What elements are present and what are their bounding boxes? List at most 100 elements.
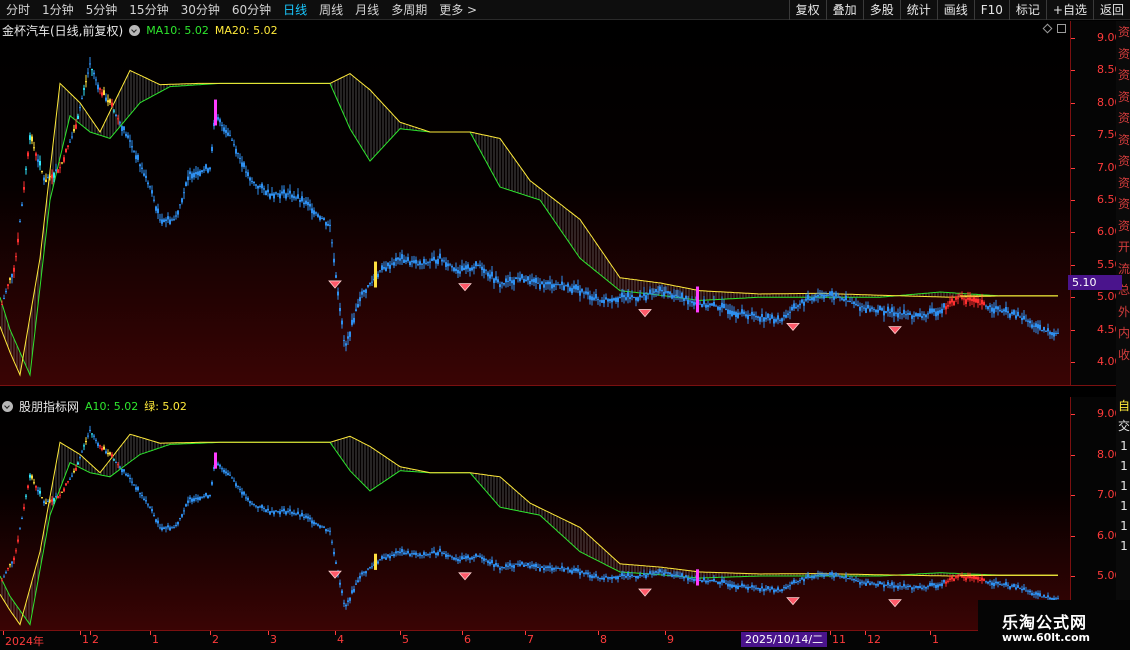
period-tab-7[interactable]: 周线 — [313, 0, 349, 20]
candle-body — [931, 583, 933, 586]
tool-button-8[interactable]: 返回 — [1092, 0, 1130, 20]
candle-body — [873, 309, 875, 311]
candle-body — [347, 600, 349, 602]
period-tab-8[interactable]: 月线 — [349, 0, 385, 20]
side-glyph: 1 — [1120, 499, 1128, 513]
period-tab-4[interactable]: 30分钟 — [175, 0, 226, 20]
candle-body — [559, 284, 561, 286]
candle-body — [603, 577, 605, 580]
main-pane-header: 金杯汽车(日线,前复权) MA10: 5.02 MA20: 5.02 — [2, 22, 278, 38]
candle-body — [473, 266, 475, 269]
candle-body — [939, 310, 941, 313]
candle-body — [93, 72, 95, 75]
candle-body — [1029, 320, 1031, 324]
candle-body — [137, 487, 139, 491]
candle-body — [641, 296, 643, 298]
axis-top-tick — [1071, 329, 1075, 331]
candle-body — [89, 429, 91, 431]
period-tab-3[interactable]: 15分钟 — [123, 0, 174, 20]
indicator-chart-canvas[interactable] — [0, 397, 1070, 630]
candle-body — [779, 319, 781, 321]
candle-body — [499, 284, 501, 288]
tool-button-6[interactable]: 标记 — [1008, 0, 1046, 20]
candle-body — [517, 277, 519, 279]
tool-button-1[interactable]: 叠加 — [825, 0, 863, 20]
candle-body — [611, 298, 613, 303]
axis-top-tick — [1071, 232, 1075, 234]
candle-body — [245, 171, 247, 173]
candle-body — [1017, 311, 1019, 316]
candle-body — [9, 564, 11, 566]
candle-body — [467, 264, 469, 269]
candle-body — [887, 581, 889, 585]
highlight-candle — [374, 261, 377, 288]
candle-body — [221, 468, 223, 470]
candle-body — [679, 575, 681, 577]
period-tab-0[interactable]: 分时 — [0, 0, 36, 20]
candle-body — [545, 566, 547, 568]
candle-body — [865, 582, 867, 586]
period-tab-1[interactable]: 1分钟 — [36, 0, 80, 20]
tool-button-4[interactable]: 画线 — [936, 0, 974, 20]
tool-button-0[interactable]: 复权 — [788, 0, 826, 20]
candle-body — [295, 513, 297, 515]
candle-body — [833, 575, 835, 578]
candle-body — [459, 271, 461, 274]
candle-body — [625, 297, 627, 300]
candle-body — [31, 136, 33, 142]
candle-body — [989, 581, 991, 583]
pane-separator[interactable] — [0, 385, 1116, 397]
candle-body — [435, 259, 437, 264]
candle-body — [353, 317, 355, 323]
candle-body — [973, 575, 975, 579]
candle-body — [845, 295, 847, 301]
period-tab-5[interactable]: 60分钟 — [226, 0, 277, 20]
period-tab-9[interactable]: 多周期 — [385, 0, 433, 20]
candle-body — [113, 459, 115, 461]
candle-body — [701, 580, 703, 583]
candle-body — [357, 580, 359, 583]
indicator-title[interactable]: 股朋指标网 — [19, 398, 79, 415]
indicator-pane[interactable]: 股朋指标网 A10: 5.02 绿: 5.02 — [0, 397, 1070, 630]
tool-button-2[interactable]: 多股 — [862, 0, 900, 20]
candle-body — [405, 260, 407, 262]
candle-body — [985, 581, 987, 583]
stock-title[interactable]: 金杯汽车(日线,前复权) — [2, 22, 123, 39]
candle-body — [13, 557, 15, 561]
tool-button-3[interactable]: 统计 — [899, 0, 937, 20]
diamond-icon[interactable] — [1042, 23, 1053, 34]
tool-button-7[interactable]: +自选 — [1045, 0, 1093, 20]
candle-body — [533, 564, 535, 567]
chevron-down-icon[interactable] — [2, 400, 13, 412]
candle-body — [205, 492, 207, 496]
candle-body — [521, 274, 523, 279]
candle-body — [1057, 332, 1059, 334]
candle-body — [463, 557, 465, 559]
watermark-url: www.60lt.com — [1002, 631, 1091, 644]
candle-body — [727, 583, 729, 587]
candle-body — [963, 298, 965, 300]
period-tab-10[interactable]: 更多 > — [433, 0, 483, 20]
candle-body — [73, 470, 75, 473]
candle-body — [555, 283, 557, 285]
period-tab-6[interactable]: 日线 — [277, 0, 313, 20]
candle-body — [651, 293, 653, 295]
candle-body — [195, 497, 197, 500]
candle-body — [687, 577, 689, 581]
candle-body — [861, 306, 863, 308]
period-tab-2[interactable]: 5分钟 — [80, 0, 124, 20]
main-chart-canvas[interactable] — [0, 21, 1070, 385]
side-glyph: 1 — [1120, 539, 1128, 553]
candle-body — [803, 578, 805, 582]
candle-body — [859, 582, 861, 585]
maximize-icon[interactable] — [1057, 24, 1066, 33]
candle-body — [301, 512, 303, 517]
chevron-down-icon[interactable] — [129, 24, 141, 36]
candle-body — [733, 584, 735, 588]
candle-body — [685, 295, 687, 300]
candle-body — [781, 318, 783, 322]
candle-body — [63, 157, 65, 162]
candle-body — [985, 305, 987, 307]
main-kline-pane[interactable]: 金杯汽车(日线,前复权) MA10: 5.02 MA20: 5.02 — [0, 21, 1070, 385]
tool-button-5[interactable]: F10 — [973, 0, 1009, 20]
